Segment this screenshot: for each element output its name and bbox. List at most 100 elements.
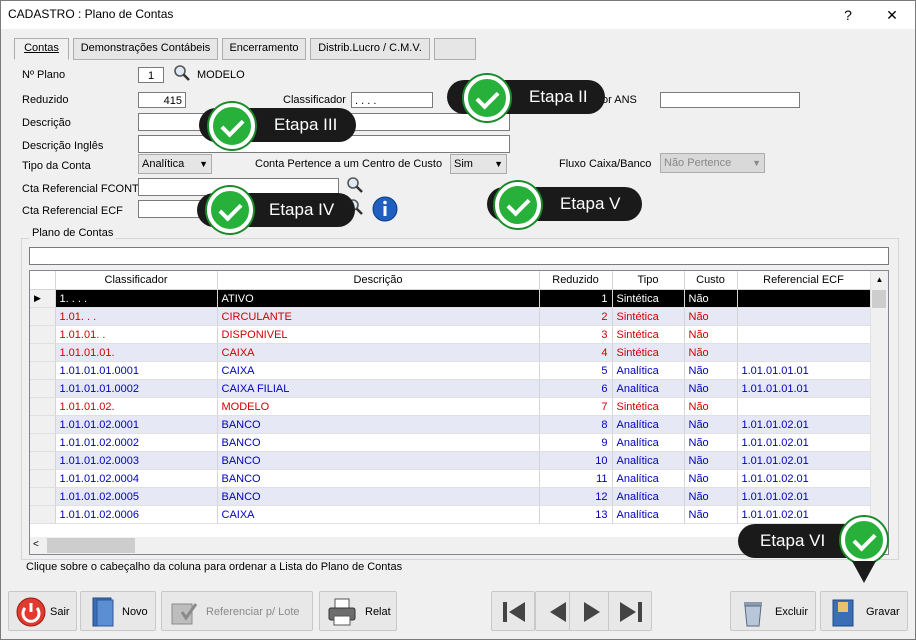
- row-header[interactable]: [30, 325, 56, 344]
- scroll-up-arrow-icon[interactable]: ▲: [872, 271, 887, 288]
- cell-classificador[interactable]: 1.01.01.02.0004: [55, 469, 218, 488]
- cell-referencial-ecf[interactable]: [737, 289, 871, 308]
- cell-descricao[interactable]: DISPONIVEL: [217, 325, 540, 344]
- cell-reduzido[interactable]: 12: [539, 487, 613, 506]
- cell-custo[interactable]: Não: [684, 505, 738, 524]
- referenciar-lote-button[interactable]: Referenciar p/ Lote: [161, 591, 313, 631]
- cell-referencial-ecf[interactable]: 1.01.01.02.01: [737, 415, 871, 434]
- cell-classificador[interactable]: 1.01.01.02.0005: [55, 487, 218, 506]
- grid-vertical-scroll-thumb[interactable]: [872, 290, 886, 308]
- help-button[interactable]: ?: [833, 5, 863, 25]
- cell-descricao[interactable]: MODELO: [217, 397, 540, 416]
- cell-referencial-ecf[interactable]: 1.01.01.01.01: [737, 379, 871, 398]
- novo-button[interactable]: Novo: [80, 591, 156, 631]
- cell-tipo[interactable]: Sintética: [612, 325, 685, 344]
- cell-reduzido[interactable]: 5: [539, 361, 613, 380]
- grid-horizontal-scroll-thumb[interactable]: [47, 538, 135, 553]
- current-row-indicator-icon[interactable]: ▶: [30, 289, 56, 308]
- row-header[interactable]: [30, 415, 56, 434]
- cell-reduzido[interactable]: 10: [539, 451, 613, 470]
- table-row[interactable]: 1.01.01.02.0001 BANCO 8 Analítica Não 1.01.01…: [30, 415, 871, 434]
- table-row[interactable]: 1.01.01.01.0001 CAIXA 5 Analítica Não 1.01.01…: [30, 361, 871, 380]
- cell-custo[interactable]: Não: [684, 451, 738, 470]
- table-row[interactable]: 1.01.01.02.0005 BANCO 12 Analítica Não 1.01.0…: [30, 487, 871, 506]
- cell-referencial-ecf[interactable]: [737, 307, 871, 326]
- cell-custo[interactable]: Não: [684, 361, 738, 380]
- cell-tipo[interactable]: Sintética: [612, 307, 685, 326]
- fluxo-select[interactable]: Não Pertence ▼: [660, 153, 765, 173]
- column-header-reduzido[interactable]: Reduzido: [539, 271, 613, 290]
- row-header[interactable]: [30, 451, 56, 470]
- row-header[interactable]: [30, 487, 56, 506]
- cell-tipo[interactable]: Analítica: [612, 505, 685, 524]
- cell-descricao[interactable]: CAIXA: [217, 505, 540, 524]
- first-record-button[interactable]: [491, 591, 535, 631]
- last-record-button[interactable]: [608, 591, 652, 631]
- cell-custo[interactable]: Não: [684, 307, 738, 326]
- cell-tipo[interactable]: Analítica: [612, 379, 685, 398]
- table-row[interactable]: 1.01.01. . DISPONIVEL 3 Sintética Não: [30, 325, 871, 344]
- cell-referencial-ecf[interactable]: 1.01.01.02.01: [737, 433, 871, 452]
- cell-referencial-ecf[interactable]: [737, 343, 871, 362]
- grid-vertical-scrollbar[interactable]: ▲: [870, 271, 888, 537]
- cell-descricao[interactable]: BANCO: [217, 469, 540, 488]
- cell-reduzido[interactable]: 2: [539, 307, 613, 326]
- cell-classificador[interactable]: 1.01.01.02.0002: [55, 433, 218, 452]
- cell-classificador[interactable]: 1. . . .: [55, 289, 218, 308]
- row-header[interactable]: [30, 397, 56, 416]
- cell-tipo[interactable]: Analítica: [612, 451, 685, 470]
- cell-reduzido[interactable]: 7: [539, 397, 613, 416]
- cell-classificador[interactable]: 1.01.01.02.0006: [55, 505, 218, 524]
- cell-descricao[interactable]: ATIVO: [217, 289, 540, 308]
- cell-custo[interactable]: Não: [684, 415, 738, 434]
- cell-custo[interactable]: Não: [684, 289, 738, 308]
- scroll-left-arrow-icon[interactable]: <: [33, 539, 39, 550]
- cell-reduzido[interactable]: 1: [539, 289, 613, 308]
- cell-referencial-ecf[interactable]: [737, 325, 871, 344]
- cell-classificador[interactable]: 1.01.01.01.: [55, 343, 218, 362]
- cell-classificador[interactable]: 1.01.01.02.: [55, 397, 218, 416]
- cell-custo[interactable]: Não: [684, 379, 738, 398]
- cell-classificador[interactable]: 1.01.01.02.0003: [55, 451, 218, 470]
- cell-custo[interactable]: Não: [684, 343, 738, 362]
- cell-custo[interactable]: Não: [684, 325, 738, 344]
- fcont-search-icon[interactable]: [346, 176, 364, 197]
- table-row[interactable]: ▶ 1. . . . ATIVO 1 Sintética Não: [30, 289, 871, 308]
- row-header[interactable]: [30, 505, 56, 524]
- excluir-button[interactable]: Excluir: [730, 591, 816, 631]
- cell-descricao[interactable]: BANCO: [217, 487, 540, 506]
- close-button[interactable]: ✕: [877, 5, 907, 25]
- ans-input[interactable]: [660, 92, 800, 108]
- cell-classificador[interactable]: 1.01.01.02.0001: [55, 415, 218, 434]
- cell-descricao[interactable]: CAIXA: [217, 361, 540, 380]
- cell-descricao[interactable]: BANCO: [217, 433, 540, 452]
- cell-classificador[interactable]: 1.01. . .: [55, 307, 218, 326]
- cell-tipo[interactable]: Sintética: [612, 289, 685, 308]
- row-header[interactable]: [30, 379, 56, 398]
- cell-tipo[interactable]: Analítica: [612, 433, 685, 452]
- cell-descricao[interactable]: BANCO: [217, 451, 540, 470]
- tab-demonstracoes[interactable]: Demonstrações Contábeis: [73, 38, 218, 60]
- row-header[interactable]: [30, 361, 56, 380]
- table-row[interactable]: 1.01.01.02. MODELO 7 Sintética Não: [30, 397, 871, 416]
- cell-referencial-ecf[interactable]: 1.01.01.02.01: [737, 469, 871, 488]
- cell-custo[interactable]: Não: [684, 433, 738, 452]
- sair-button[interactable]: Sair: [8, 591, 77, 631]
- cell-tipo[interactable]: Sintética: [612, 343, 685, 362]
- table-row[interactable]: 1.01. . . CIRCULANTE 2 Sintética Não: [30, 307, 871, 326]
- cell-reduzido[interactable]: 8: [539, 415, 613, 434]
- cell-custo[interactable]: Não: [684, 487, 738, 506]
- cell-reduzido[interactable]: 13: [539, 505, 613, 524]
- tab-encerramento[interactable]: Encerramento: [222, 38, 306, 60]
- cell-descricao[interactable]: CIRCULANTE: [217, 307, 540, 326]
- cell-custo[interactable]: Não: [684, 397, 738, 416]
- cell-tipo[interactable]: Sintética: [612, 397, 685, 416]
- relat-button[interactable]: Relat: [319, 591, 397, 631]
- cell-classificador[interactable]: 1.01.01.01.0001: [55, 361, 218, 380]
- cell-tipo[interactable]: Analítica: [612, 415, 685, 434]
- cell-reduzido[interactable]: 9: [539, 433, 613, 452]
- row-header[interactable]: [30, 343, 56, 362]
- reduzido-input[interactable]: 415: [138, 92, 186, 108]
- table-row[interactable]: 1.01.01.02.0002 BANCO 9 Analítica Não 1.01.01…: [30, 433, 871, 452]
- column-header-descricao[interactable]: Descrição: [217, 271, 540, 290]
